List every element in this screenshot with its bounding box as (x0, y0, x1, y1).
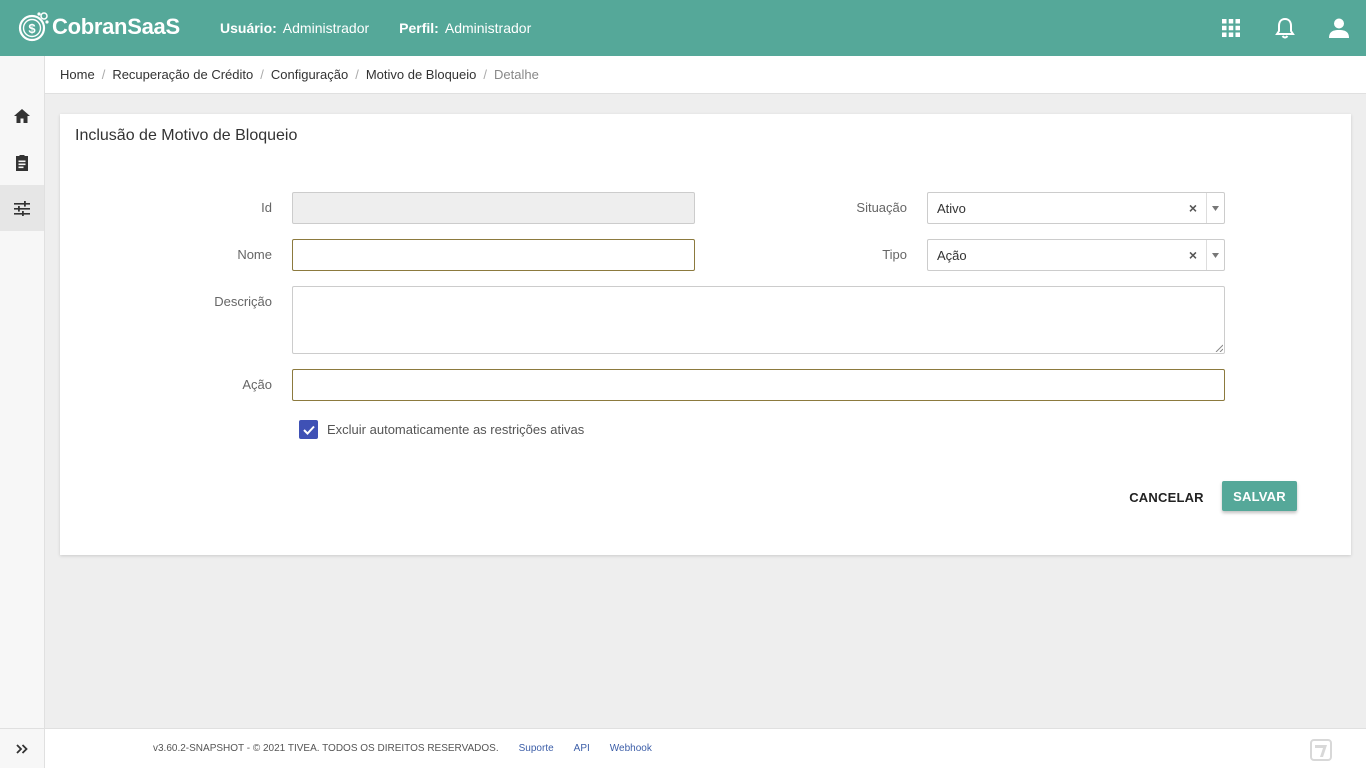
app-logo[interactable]: $ CobranSaaS (18, 11, 180, 43)
status-select[interactable]: Ativo × (927, 192, 1225, 224)
app-name: CobranSaaS (52, 14, 180, 39)
apps-grid-icon (1222, 19, 1240, 37)
checkmark-icon (302, 425, 315, 435)
apps-grid-button[interactable] (1204, 0, 1258, 56)
status-select-value: Ativo (937, 200, 966, 216)
resize-handle-icon[interactable] (1215, 344, 1223, 352)
auto-remove-restrictions-label: Excluir automaticamente as restrições at… (327, 422, 585, 437)
user-icon (1329, 18, 1349, 38)
sidebar-item-home[interactable] (0, 93, 44, 139)
description-field[interactable] (292, 286, 1225, 354)
id-label: Id (261, 200, 272, 215)
form-card: Inclusão de Motivo de Bloqueio Id Situaç… (60, 114, 1351, 555)
save-button[interactable]: SALVAR (1222, 481, 1297, 511)
home-icon (14, 109, 30, 123)
page-title: Inclusão de Motivo de Bloqueio (75, 127, 298, 144)
dropdown-arrow-button[interactable] (1206, 240, 1224, 270)
breadcrumb-credit-recovery[interactable]: Recuperação de Crédito (112, 67, 253, 82)
type-select-value: Ação (937, 247, 967, 263)
id-field[interactable] (292, 192, 695, 224)
user-value: Administrador (282, 20, 370, 36)
coin-dollar-logo-icon: $ (18, 12, 49, 42)
notifications-button[interactable] (1258, 0, 1312, 56)
description-label: Descrição (214, 294, 272, 309)
auto-remove-restrictions-row: Excluir automaticamente as restrições at… (299, 420, 584, 439)
copyright-text: v3.60.2-SNAPSHOT - © 2021 TIVEA. TODOS O… (153, 743, 499, 754)
sidebar-expand-button[interactable] (0, 728, 44, 768)
settings-sliders-icon (14, 200, 30, 216)
type-label: Tipo (882, 247, 907, 262)
profile-value: Administrador (444, 20, 532, 36)
sidebar (0, 56, 45, 768)
sidebar-item-settings[interactable] (0, 185, 44, 231)
action-label: Ação (242, 377, 272, 392)
breadcrumb-configuration[interactable]: Configuração (271, 67, 348, 82)
caret-down-icon (1212, 252, 1219, 258)
footer: v3.60.2-SNAPSHOT - © 2021 TIVEA. TODOS O… (45, 728, 1366, 768)
type-select[interactable]: Ação × (927, 239, 1225, 271)
bell-icon (1275, 17, 1295, 39)
webhook-link[interactable]: Webhook (610, 743, 652, 754)
svg-text:$: $ (28, 21, 36, 36)
name-label: Nome (237, 247, 272, 262)
breadcrumb-separator: / (483, 67, 488, 82)
name-field[interactable] (292, 239, 695, 271)
status-label: Situação (856, 200, 907, 215)
support-link[interactable]: Suporte (519, 743, 554, 754)
user-label: Usuário: (220, 20, 277, 36)
clear-icon[interactable]: × (1180, 200, 1206, 216)
sidebar-item-reports[interactable] (0, 139, 44, 185)
cancel-button[interactable]: CANCELAR (1124, 482, 1209, 512)
caret-down-icon (1212, 205, 1219, 211)
clear-icon[interactable]: × (1180, 247, 1206, 263)
breadcrumb-separator: / (101, 67, 106, 82)
breadcrumb-home[interactable]: Home (60, 67, 95, 82)
top-bar: $ CobranSaaS Usuário: Administrador Perf… (0, 0, 1366, 56)
header-actions (1204, 0, 1366, 56)
user-menu-button[interactable] (1312, 0, 1366, 56)
breadcrumb-block-reason[interactable]: Motivo de Bloqueio (366, 67, 477, 82)
breadcrumb-separator: / (260, 67, 264, 82)
clipboard-icon (16, 154, 28, 171)
api-link[interactable]: API (574, 743, 590, 754)
session-info: Usuário: Administrador Perfil: Administr… (220, 20, 561, 36)
dropdown-arrow-button[interactable] (1206, 193, 1224, 223)
breadcrumb: Home / Recuperação de Crédito / Configur… (45, 56, 1366, 94)
double-chevron-right-icon (16, 743, 28, 754)
action-field[interactable] (292, 369, 1225, 401)
auto-remove-restrictions-checkbox[interactable] (299, 420, 318, 439)
profile-label: Perfil: (399, 20, 439, 36)
breadcrumb-detail: Detalhe (494, 67, 539, 82)
breadcrumb-separator: / (355, 67, 359, 82)
tivea-logo-icon (1310, 739, 1332, 761)
